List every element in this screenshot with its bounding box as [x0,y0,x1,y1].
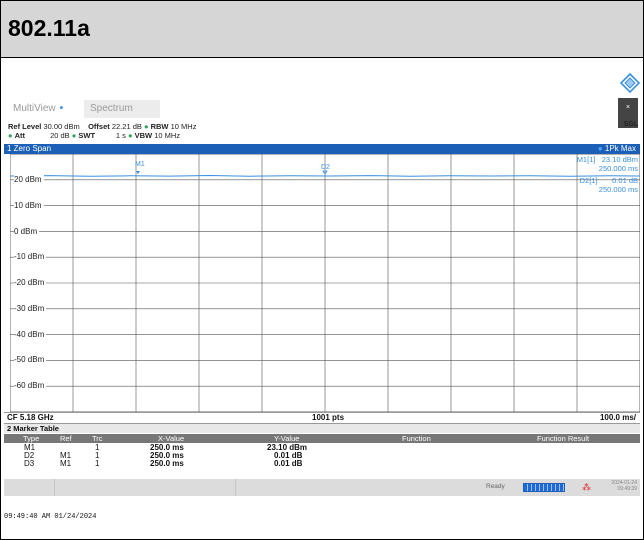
row-y: 0.01 dB [274,459,303,468]
offset-label: Offset [88,122,110,131]
tab-spectrum[interactable]: Spectrum [84,100,160,118]
progress-bar [523,483,565,492]
window-name: 1 Zero Span [7,144,52,153]
vbw-indicator-icon: ● [128,131,133,140]
marker-table-title: 2 Marker Table [4,424,640,433]
analyzer-screen: MultiView • Spectrum × SGL Ref Level 30.0… [4,63,640,509]
status-datetime: 2024-01-24 09:49:39 [611,480,637,492]
sweep-points: 1001 pts [312,413,345,422]
col-x-value: X-Value [158,434,185,443]
swt-label: SWT [78,131,96,140]
marker-d2-label: D2 [321,164,330,171]
status-segment-1 [4,479,55,496]
status-segment-2 [55,479,236,496]
params-panel: Ref Level 30.00 dBm Offset 22.21 dB ● RB… [8,122,196,140]
page-title: 802.11a [8,15,90,41]
title-bar: 802.11a [1,1,643,58]
y-label-m30: -30 dBm [14,304,47,313]
ref-level-label: Ref Level [8,122,42,131]
marker-info-m1: M1[1] 23.10 dBm 250.000 ms [577,155,638,173]
center-frequency: CF 5.18 GHz [7,413,54,422]
status-time: 09:49:39 [617,486,637,492]
y-label-m40: -40 dBm [14,330,47,339]
y-label-0: 0 dBm [14,227,40,236]
rbw-value: 10 MHz [170,122,197,131]
row-x: 250.0 ms [150,459,184,468]
screenshot-frame: 802.11a MultiView • Spectrum × SGL Ref Le… [0,0,644,540]
y-label-m50: -50 dBm [14,355,47,364]
swt-value: 1 s [115,131,126,140]
close-icon[interactable]: × [618,104,638,111]
marker-table-header: Type Ref Trc X-Value Y-Value Function Fu… [4,434,640,443]
d2-info-time: 250.000 ms [598,185,638,194]
rbw-label: RBW [150,122,169,131]
att-indicator-icon: ● [8,131,13,140]
status-bar: Ready ⁂ 2024-01-24 09:49:39 [4,479,640,496]
tab-multiview-label: MultiView [13,103,56,114]
table-row: D2 M1 1 250.0 ms 0.01 dB [4,452,640,460]
capture-timestamp: 09:49:40 AM 01/24/2024 [4,513,97,521]
col-type: Type [23,434,40,443]
col-trc: Trc [92,434,103,443]
tab-multiview[interactable]: MultiView • [8,100,87,118]
rbw-indicator-icon: ● [143,122,149,131]
row-trc: 1 [95,459,100,468]
marker-m1-label: M1 [135,161,145,168]
sweep-info-row: CF 5.18 GHz 1001 pts 100.0 ms/ [4,412,640,424]
time-per-division: 100.0 ms/ [599,413,636,422]
vbw-label: VBW [134,131,153,140]
offset-value: 22.21 dB [111,122,142,131]
m1-info-label: M1[1] [576,155,596,164]
col-function: Function [402,434,431,443]
vbw-value: 10 MHz [154,131,181,140]
y-label-10: 10 dBm [14,201,44,210]
col-y-value: Y-Value [274,434,300,443]
tab-active-dot-icon: • [59,103,64,114]
row-ref: M1 [60,459,72,468]
zero-span-plot[interactable]: M1 D2 20 dBm 10 dBm 0 dBm -10 dBm -20 dB… [10,154,640,412]
d2-info-value: 0.01 dB [612,176,638,185]
table-row: M1 1 250.0 ms 23.10 dBm [4,444,640,452]
params-row-1: Ref Level 30.00 dBm Offset 22.21 dB ● RB… [8,122,196,131]
warning-triangle-icon: ⁂ [582,482,591,492]
d2-info-label: D2[1] [579,176,598,185]
y-label-m10: -10 dBm [14,252,47,261]
marker-info-d2: D2[1] 0.01 dB 250.000 ms [580,176,638,194]
trace-line [10,174,640,177]
trace-mode: ● 1Pk Max [598,144,636,154]
marker-table-title-label: 2 Marker Table [7,424,59,433]
trace-mode-label: 1Pk Max [604,144,636,153]
status-ready: Ready [486,483,505,490]
swt-indicator-icon: ● [71,131,77,140]
att-label: Att [14,131,26,140]
tab-spectrum-label: Spectrum [90,103,133,114]
params-row-2: ● Att 20 dB ● SWT 1 s ● VBW 10 MHz [8,131,196,140]
col-function-result: Function Result [537,434,590,443]
m1-info-value: 23.10 dBm [601,155,638,164]
sgl-label: SGL [623,121,638,128]
att-value: 20 dB [50,131,70,140]
rohde-schwarz-logo-icon [620,73,640,93]
trace-mode-icon: ● [597,144,605,153]
table-row: D3 M1 1 250.0 ms 0.01 dB [4,460,640,468]
window-header: 1 Zero Span ● 1Pk Max [4,144,640,154]
y-label-m20: -20 dBm [14,278,47,287]
col-ref: Ref [60,434,72,443]
row-type: D3 [24,459,35,468]
y-label-20: 20 dBm [14,175,44,184]
plot-grid [10,154,640,412]
ref-level-value: 30.00 dBm [43,122,80,131]
y-label-m60: -60 dBm [14,381,47,390]
m1-info-time: 250.000 ms [598,164,638,173]
